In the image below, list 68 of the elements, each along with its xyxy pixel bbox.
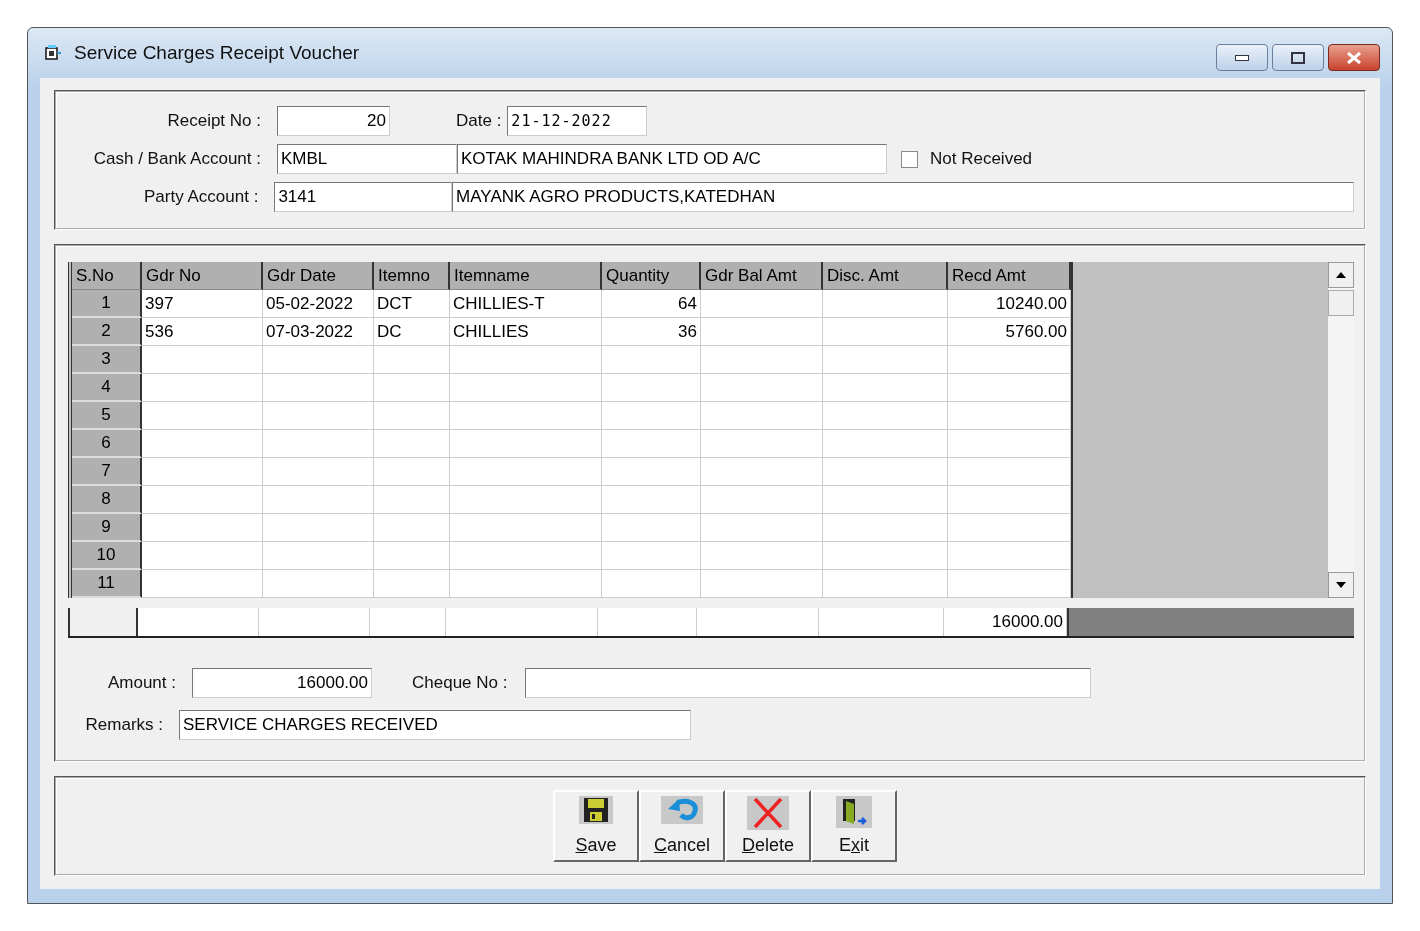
row-header[interactable]: 5 (72, 402, 142, 430)
column-header[interactable]: S.No (72, 262, 142, 290)
table-cell: DC (374, 318, 450, 346)
column-header[interactable]: Gdr No (142, 262, 263, 290)
column-header[interactable]: Gdr Bal Amt (701, 262, 823, 290)
table-cell: 397 (142, 290, 263, 318)
account-code-field[interactable]: KMBL (277, 144, 457, 174)
row-header[interactable]: 1 (72, 290, 142, 318)
row-header[interactable]: 2 (72, 318, 142, 346)
date-field[interactable]: 21-12-2022 (507, 106, 648, 136)
door-exit-icon (840, 797, 868, 827)
column-header[interactable]: Recd Amt (948, 262, 1071, 290)
row-header[interactable]: 10 (72, 542, 142, 570)
row-header[interactable]: 8 (72, 486, 142, 514)
table-cell: 10240.00 (948, 290, 1071, 318)
row-header[interactable]: 9 (72, 514, 142, 542)
close-button[interactable] (1328, 44, 1380, 71)
table-cell: CHILLIES-T (450, 290, 602, 318)
row-header[interactable]: 4 (72, 374, 142, 402)
vertical-scrollbar[interactable] (1328, 262, 1354, 598)
minimize-icon (1235, 54, 1249, 61)
table-cell: 36 (602, 318, 701, 346)
maximize-icon (1291, 51, 1305, 64)
cross-icon (751, 797, 785, 829)
row-header[interactable]: 3 (72, 346, 142, 374)
field-label: Date : (456, 111, 502, 131)
account-name-field[interactable]: KOTAK MAHINDRA BANK LTD OD A/C (457, 144, 887, 174)
table-cell: 05-02-2022 (263, 290, 374, 318)
field-label: Remarks : (84, 715, 163, 735)
table-cell: DCT (374, 290, 450, 318)
field-label: Receipt No : (166, 111, 261, 131)
minimize-button[interactable] (1216, 44, 1268, 71)
save-button[interactable]: Save (553, 790, 639, 862)
checkbox[interactable] (901, 150, 918, 168)
column-header[interactable]: Gdr Date (263, 262, 374, 290)
window-title: Service Charges Receipt Voucher (74, 42, 361, 64)
field-label: Amount : (106, 673, 176, 693)
delete-button[interactable]: Delete (725, 790, 811, 862)
exit-button[interactable]: Exit (811, 790, 897, 862)
row-header[interactable]: 6 (72, 430, 142, 458)
row-header[interactable]: 7 (72, 458, 142, 486)
table-cell: 5760.00 (948, 318, 1071, 346)
column-header[interactable]: Disc. Amt (823, 262, 948, 290)
amount-field[interactable]: 16000.00 (192, 668, 372, 698)
party-name-field[interactable]: MAYANK AGRO PRODUCTS,KATEDHAN (452, 182, 1354, 212)
table-cell: CHILLIES (450, 318, 602, 346)
table-cell: 07-03-2022 (263, 318, 374, 346)
field-label: Cash / Bank Account : (92, 149, 261, 169)
field-label: Party Account : (143, 187, 259, 207)
row-header[interactable]: 11 (72, 570, 142, 598)
scroll-thumb[interactable] (1328, 290, 1354, 316)
close-icon (1347, 51, 1361, 64)
field-label: Cheque No : (412, 673, 508, 693)
receipt-no-field[interactable]: 20 (277, 106, 390, 136)
maximize-button[interactable] (1272, 44, 1324, 71)
table-cell: 64 (602, 290, 701, 318)
scroll-down-icon[interactable] (1328, 572, 1354, 598)
party-code-field[interactable]: 3141 (274, 182, 453, 212)
column-header[interactable]: Quantity (602, 262, 701, 290)
checkbox-label: Not Received (930, 149, 1033, 169)
scroll-up-icon[interactable] (1328, 262, 1354, 288)
table-cell: 536 (142, 318, 263, 346)
app-icon (44, 44, 64, 62)
cheque-no-field[interactable] (525, 668, 1092, 698)
remarks-field[interactable]: SERVICE CHARGES RECEIVED (179, 710, 691, 740)
column-header[interactable]: Itemname (450, 262, 602, 290)
cancel-button[interactable]: Cancel (639, 790, 725, 862)
column-header[interactable]: Itemno (374, 262, 450, 290)
